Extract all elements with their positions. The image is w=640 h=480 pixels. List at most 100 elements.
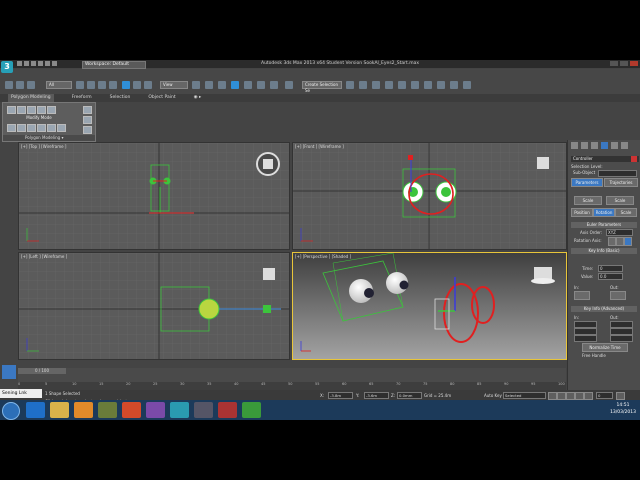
border-icon[interactable] [27, 106, 36, 114]
maximize-button[interactable] [620, 61, 628, 66]
align-icon[interactable] [359, 81, 367, 89]
rendered-frame-icon[interactable] [450, 81, 458, 89]
motion-tab-icon[interactable] [601, 142, 608, 149]
sub-object-field[interactable] [598, 170, 637, 177]
modifier-list-icon[interactable] [83, 126, 92, 134]
material-editor-icon[interactable] [424, 81, 432, 89]
trajectories-button[interactable]: Trajectories [604, 178, 638, 187]
time-config-icon[interactable] [616, 392, 625, 400]
curve-editor-icon[interactable] [398, 81, 406, 89]
show-end-result-icon[interactable] [27, 124, 36, 132]
select-by-name-icon[interactable] [87, 81, 95, 89]
layer-manager-icon[interactable] [372, 81, 380, 89]
render-setup-icon[interactable] [437, 81, 445, 89]
time-slider[interactable]: 0 / 100 [18, 368, 566, 382]
percent-snap-icon[interactable] [257, 81, 265, 89]
x-coord-field[interactable]: -3.8m [328, 392, 353, 399]
minimize-button[interactable] [610, 61, 618, 66]
select-scale-icon[interactable] [144, 81, 152, 89]
3dsmax-taskbar-icon[interactable] [170, 402, 189, 418]
stack-up-icon[interactable] [7, 124, 16, 132]
window-crossing-icon[interactable] [109, 81, 117, 89]
schematic-view-icon[interactable] [411, 81, 419, 89]
select-move-icon[interactable] [122, 81, 130, 89]
track-bar[interactable]: 0 5 10 15 20 25 30 35 40 45 50 55 60 65 70 75 80 85 90 95 10… [18, 382, 566, 390]
go-to-start-icon[interactable] [548, 392, 557, 400]
unlink-icon[interactable] [27, 81, 35, 89]
previous-frame-icon[interactable] [557, 392, 566, 400]
tab-polygon-modeling[interactable]: Polygon Modeling [8, 94, 54, 102]
stack-down-icon[interactable] [17, 124, 26, 132]
normalize-time-button[interactable]: Normalize Time [582, 343, 628, 352]
keyboard-shortcut-icon[interactable] [218, 81, 226, 89]
object-name-field[interactable]: Controller [571, 156, 639, 162]
key-info-basic-rollout[interactable]: Key Info (Basic) [571, 248, 637, 254]
layout-icon[interactable] [2, 365, 16, 379]
value-field[interactable]: 0.0 [598, 273, 623, 280]
system-clock[interactable]: 14:51 13/03/2013 [610, 402, 636, 416]
preserve-uvs-icon[interactable] [47, 124, 56, 132]
out-field-3[interactable] [610, 335, 633, 342]
open-icon[interactable] [24, 61, 29, 66]
in-field-2[interactable] [574, 328, 597, 335]
pin-stack-icon[interactable] [83, 116, 92, 124]
next-frame-icon[interactable] [575, 392, 584, 400]
free-handle-checkbox[interactable]: Free Handle [582, 353, 606, 358]
start-button[interactable] [2, 402, 20, 420]
project-folder-icon[interactable] [52, 61, 57, 66]
in-field-1[interactable] [574, 321, 597, 328]
modify-tab-icon[interactable] [581, 142, 588, 149]
polygon-modeling-title[interactable]: Polygon Modeling ▾ [3, 135, 95, 141]
create-tab-icon[interactable] [571, 142, 578, 149]
display-tab-icon[interactable] [611, 142, 618, 149]
in-tangent-button[interactable] [574, 291, 590, 300]
out-field-1[interactable] [610, 321, 633, 328]
save-icon[interactable] [31, 61, 36, 66]
rotation-button[interactable]: Rotation [593, 208, 615, 217]
tab-selection[interactable]: Selection [110, 94, 131, 102]
app-icon[interactable] [146, 402, 165, 418]
chrome-icon[interactable] [122, 402, 141, 418]
repeat-last-icon[interactable] [57, 124, 66, 132]
recorder-icon[interactable] [194, 402, 213, 418]
out-field-2[interactable] [610, 328, 633, 335]
go-to-end-icon[interactable] [584, 392, 593, 400]
edge-icon[interactable] [17, 106, 26, 114]
viewport-perspective[interactable]: [+] [Perspective ] [Shaded ] [292, 252, 567, 360]
current-frame-field[interactable]: 0 [596, 392, 613, 399]
viewport-left[interactable]: [+] [Left ] [Wireframe ] [18, 252, 290, 360]
pivot-center-icon[interactable] [192, 81, 200, 89]
reference-coordinate-dropdown[interactable]: View [160, 81, 188, 89]
internet-explorer-icon[interactable] [26, 402, 45, 418]
redo-icon[interactable] [45, 61, 50, 66]
key-mode-dropdown[interactable]: Selected [503, 392, 546, 399]
viewport-left-label[interactable]: [+] [Left ] [Wireframe ] [21, 254, 67, 259]
scale-button[interactable]: Scale [615, 208, 637, 217]
auto-key-button[interactable]: Auto Key [484, 393, 502, 398]
viewport-top-label[interactable]: [+] [Top ] [Wireframe ] [21, 144, 66, 149]
viewport-top[interactable]: [+] [Top ] [Wireframe ] [18, 142, 290, 250]
snaps-toggle-icon[interactable] [231, 81, 239, 89]
euler-parameters-rollout[interactable]: Euler Parameters [571, 222, 637, 228]
angle-snap-icon[interactable] [244, 81, 252, 89]
axis-z-button[interactable] [624, 237, 632, 246]
app-logo-icon[interactable]: 3 [1, 61, 13, 73]
time-field[interactable]: 0 [598, 265, 623, 272]
media-player-icon[interactable] [74, 402, 93, 418]
viewport-front[interactable]: [+] [Front ] [Wireframe ] [292, 142, 567, 250]
viewport-perspective-label[interactable]: [+] [Perspective ] [Shaded ] [295, 254, 351, 259]
edit-named-selection-icon[interactable] [285, 81, 293, 89]
axis-x-button[interactable] [608, 237, 616, 246]
in-field-3[interactable] [574, 335, 597, 342]
paint-icon[interactable] [98, 402, 117, 418]
new-icon[interactable] [17, 61, 22, 66]
undo-icon[interactable] [38, 61, 43, 66]
rectangular-selection-icon[interactable] [98, 81, 106, 89]
close-button[interactable] [630, 61, 638, 66]
collapse-stack-icon[interactable] [37, 124, 46, 132]
green-app-icon[interactable] [242, 402, 261, 418]
undo-icon[interactable] [5, 81, 13, 89]
vertex-icon[interactable] [7, 106, 16, 114]
mirror-icon[interactable] [346, 81, 354, 89]
polygon-icon[interactable] [37, 106, 46, 114]
